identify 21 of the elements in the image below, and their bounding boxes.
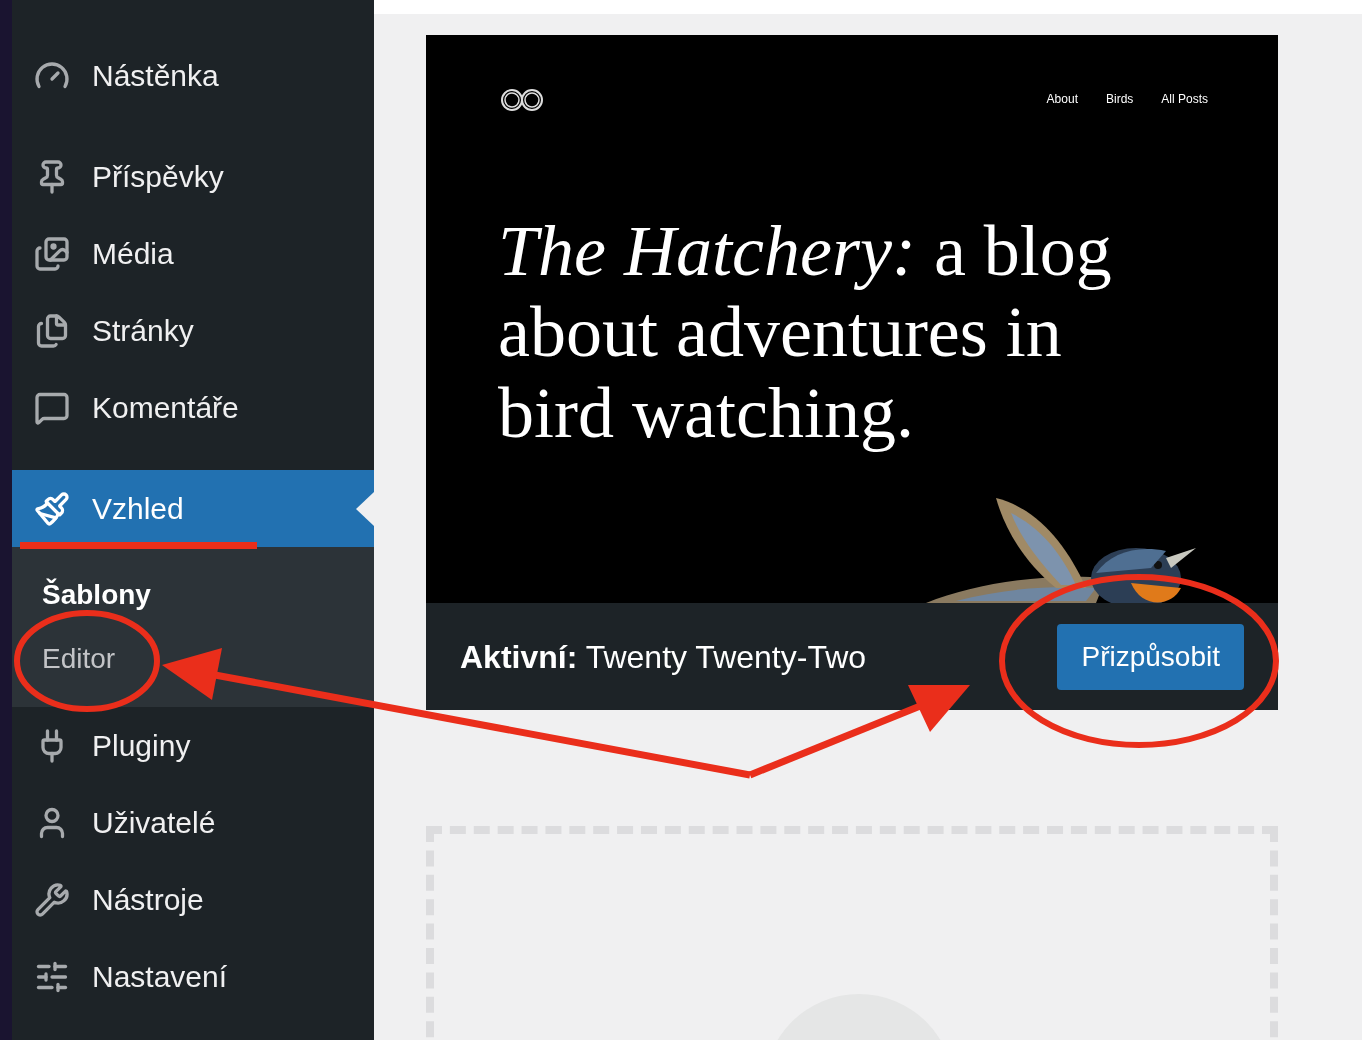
sidebar-item[interactable]: Nástroje <box>12 861 374 938</box>
submenu-item[interactable]: Šablony <box>12 563 374 627</box>
sidebar-item[interactable]: Nastavení <box>12 938 374 1015</box>
sidebar-item[interactable]: Média <box>12 215 374 292</box>
paintbrush-icon <box>34 490 70 527</box>
customize-button[interactable]: Přizpůsobit <box>1057 623 1244 690</box>
sidebar-item[interactable]: Komentáře <box>12 369 374 446</box>
active-theme-label: Aktivní: Twenty Twenty-Two <box>460 637 867 677</box>
images-icon <box>34 235 70 272</box>
sidebar-item[interactable]: Vzhled <box>12 470 374 547</box>
sidebar-item[interactable]: Uživatelé <box>12 784 374 861</box>
sidebar-item[interactable]: Nástěnka <box>12 37 374 114</box>
binoculars-logo-icon <box>500 87 544 111</box>
current-notch-icon <box>356 492 374 526</box>
pages-icon <box>34 312 70 349</box>
sidebar-item[interactable]: Příspěvky <box>12 138 374 215</box>
preview-headline: The Hatchery: a blog about adventures in bird watching. <box>497 211 1113 454</box>
sidebar-item[interactable]: Pluginy <box>12 707 374 784</box>
sidebar-item[interactable]: Stránky <box>12 292 374 369</box>
wrench-icon <box>34 881 70 918</box>
submenu-item[interactable]: Editor <box>12 627 374 691</box>
